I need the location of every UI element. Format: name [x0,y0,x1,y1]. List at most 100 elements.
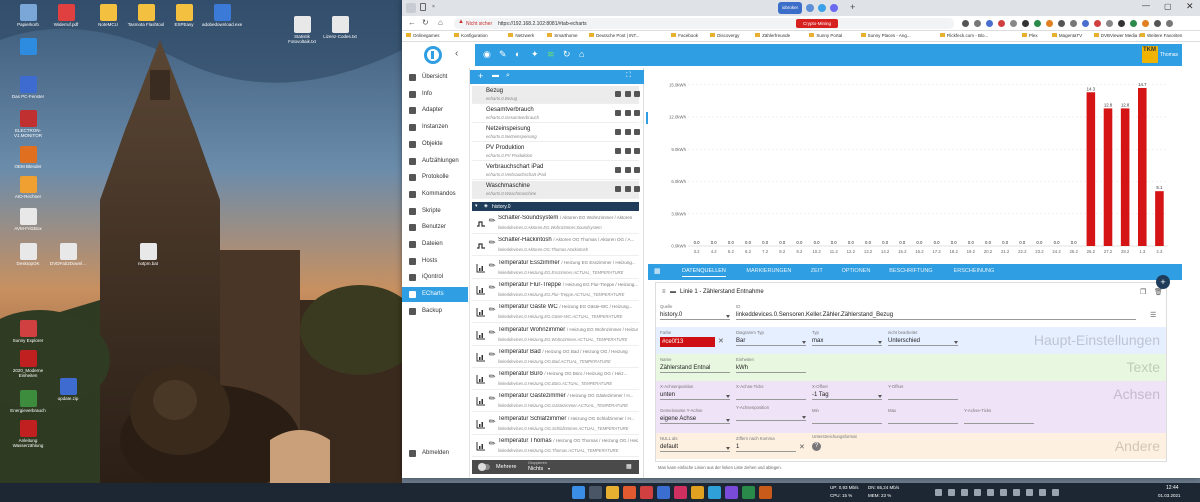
nav-echarts[interactable]: ECharts [402,287,468,303]
state-item[interactable]: ✎ Temperatur Gäste WC / Heizung EG Gäste-… [472,301,639,324]
desktop-icon[interactable]: AIO-Rechner [8,176,48,199]
drag-handle-icon[interactable]: ✎ [487,438,498,449]
tab-erscheinung[interactable]: ERSCHEINUNG [954,268,995,274]
null-select[interactable]: default [660,443,730,452]
chart-preset-item[interactable]: Bezug echarts.0.Bezug [472,86,640,104]
expand-icon[interactable]: ⛶ [626,72,631,80]
desktop-icon[interactable]: OEM Blender [8,146,48,169]
extension-icon[interactable] [1022,20,1029,27]
tray-icon[interactable] [1026,489,1033,496]
url-field[interactable]: ▲ Nicht sicher https://192.168.2.102:808… [454,18,954,29]
desktop-icon[interactable]: NoteMCU [88,4,128,27]
desktop-icon[interactable]: DVDFab2Downl... [48,243,88,266]
nav-instanzen[interactable]: Instanzen [402,120,468,135]
search-icon[interactable] [589,486,602,499]
chart-preset-item[interactable]: PV Produktion echarts.0.PV Produktion [472,143,640,161]
copy-icon[interactable] [625,129,631,135]
yoffset-field[interactable] [888,391,958,400]
drag-handle-icon[interactable]: ✎ [487,416,498,427]
chart-preset-item[interactable]: Verbrauchschart iPad echarts.0.Verbrauchs… [472,162,640,180]
tab-markierungen[interactable]: MARKIERUNGEN [746,268,791,274]
tray-icon[interactable] [1052,489,1059,496]
state-item[interactable]: ✎ Temperatur Flur-Treppe / Heizung EG Flu… [472,279,639,301]
delete-icon[interactable] [634,91,640,97]
tray-icon[interactable] [948,489,955,496]
extension-icon[interactable] [1106,20,1113,27]
tab-iobroker[interactable]: iobroker [778,2,802,14]
app-icon[interactable] [725,486,738,499]
edge-icon[interactable] [708,486,721,499]
system-icon[interactable]: ⌂ [579,49,584,59]
state-item[interactable]: ✎ Temperatur Gästezimmer / Heizung OG Gäs… [472,390,639,413]
extension-icon[interactable] [1142,20,1149,27]
app-icon[interactable] [674,486,687,499]
bookmark-more[interactable]: Weitere Favoriten [1140,33,1182,38]
desktop-icon[interactable]: Papierkorb [8,4,48,27]
bookmark-item[interactable]: Deutsche Post | INT... [589,33,640,38]
drag-handle-icon[interactable]: ✎ [487,215,498,226]
nav-skripte[interactable]: Skripte [402,204,468,219]
nav-hosts[interactable]: Hosts [402,254,468,269]
state-item[interactable]: ✎ Schalter-Soundsystem / Aktoren EG Wohnz… [472,212,639,234]
add-icon[interactable]: + [478,71,483,81]
copy-icon[interactable]: ❐ [1140,288,1146,296]
desktop-icon[interactable]: AVM-FritzBox [8,208,48,231]
desktop-icon[interactable]: Tasmota Flashtool [126,4,166,27]
nav-info[interactable]: Info [402,87,468,102]
copy-icon[interactable] [625,148,631,154]
theme-icon[interactable]: ◐ [515,49,520,59]
extension-icon[interactable] [974,20,981,27]
delete-icon[interactable] [634,167,640,173]
desktop-icon[interactable]: adobedownload.exe [202,4,242,27]
tray-icon[interactable] [974,489,981,496]
refresh-icon[interactable]: ↻ [563,49,571,60]
collapse-nav-icon[interactable]: ‹ [455,48,458,59]
bookmark-item[interactable]: Onlinegames [406,33,440,38]
tab-datenquellen[interactable]: DATENQUELLEN [682,268,726,277]
extension-icon[interactable] [1058,20,1065,27]
nav-adapter[interactable]: Adapter [402,103,468,118]
bookmark-item[interactable]: Plex [1021,33,1038,38]
desktop-icon[interactable]: notpm.bat [128,243,168,266]
chart-preset-item[interactable]: Waschmaschine echarts.0.Waschmaschine [472,181,640,199]
new-tab-icon[interactable]: + [850,2,855,12]
extension-icon[interactable] [1034,20,1041,27]
nav-logout[interactable]: Abmelden [402,446,468,461]
list-icon[interactable]: ☰ [1150,311,1156,319]
collapse-icon[interactable]: ▾ [475,203,478,209]
tab-icon[interactable] [830,4,838,12]
yticks-field[interactable] [964,415,1034,424]
nav-protokolle[interactable]: Protokolle [402,170,468,185]
tray-icon[interactable] [987,489,994,496]
close-tab-icon[interactable]: × [432,4,435,10]
tab-zeit[interactable]: ZEIT [811,268,823,274]
desktop-icon[interactable]: ELECTRON-V1.MONITOR [8,110,48,139]
edit-icon[interactable] [615,167,621,173]
crypto-mining-badge[interactable]: Crypto-Mining [796,19,838,28]
extension-icon[interactable] [986,20,993,27]
firefox-icon[interactable] [623,486,636,499]
edit-icon[interactable] [615,148,621,154]
drag-handle-icon[interactable]: ✎ [487,349,498,360]
xpos-select[interactable]: unten [660,391,730,400]
reload-icon[interactable]: ↻ [422,18,429,27]
nav-backup[interactable]: Backup [402,304,468,319]
bookmark-item[interactable]: DVBViewer Media S... [1093,33,1145,38]
side-menu-icon[interactable]: ▦ [654,267,661,275]
extension-icon[interactable] [1166,20,1173,27]
tray-icon[interactable] [1013,489,1020,496]
maximize-icon[interactable]: ▢ [1164,2,1172,11]
back-icon[interactable]: ← [408,18,416,27]
grid-icon[interactable]: ▦ [626,463,632,470]
tab-icon[interactable] [818,4,826,12]
drag-handle-icon[interactable]: ✎ [487,282,498,293]
desktop-icon[interactable]: DesktopOK [8,243,48,266]
desktop-icon[interactable]: Lizenz-Codes.txt [320,16,360,39]
app-icon[interactable] [657,486,670,499]
wrench-icon[interactable]: ✎ [499,49,507,60]
einheiten-field[interactable]: kWh [736,364,806,373]
help-icon[interactable]: ? [812,442,821,451]
extension-icon[interactable] [998,20,1005,27]
drag-handle-icon[interactable]: ✎ [487,259,498,270]
home-icon[interactable]: ⌂ [438,18,443,27]
